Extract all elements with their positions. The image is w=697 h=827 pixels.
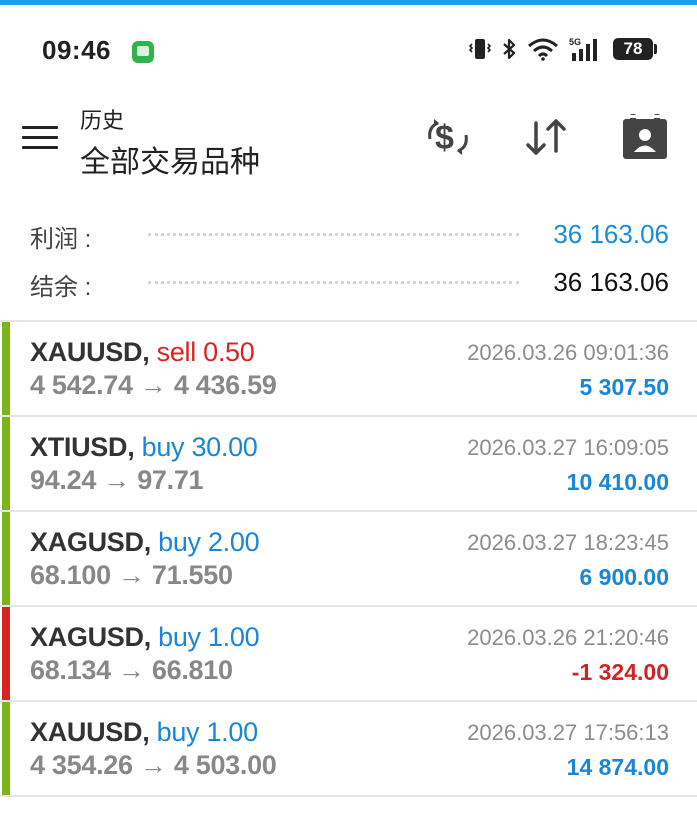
close-price: 66.810 (151, 655, 233, 685)
bluetooth-icon (503, 38, 516, 60)
trade-profit: 14 874.00 (566, 754, 669, 780)
wifi-icon (528, 38, 558, 61)
signal-5g-icon: 5G (569, 37, 597, 61)
open-price: 4 542.74 (30, 370, 133, 400)
open-price: 68.134 (30, 655, 111, 685)
symbol-name: XAGUSD, (30, 622, 151, 652)
trade-side: buy 30.00 (141, 432, 258, 462)
trade-prices: 4 542.74 → 4 436.59 (30, 370, 277, 401)
balance-label: 结余 : (30, 274, 92, 301)
symbol-filter-title[interactable]: 全部交易品种 (80, 137, 260, 181)
trade-symbol: XAGUSD, buy 1.00 (30, 622, 260, 653)
trade-symbol: XAUUSD, sell 0.50 (30, 337, 255, 368)
trade-symbol: XAUUSD, buy 1.00 (30, 717, 258, 748)
close-price: 97.71 (137, 465, 204, 495)
trade-profit: 10 410.00 (566, 469, 669, 495)
balance-row: 结余 : 36 163.06 (0, 261, 697, 301)
open-price: 94.24 (30, 465, 97, 495)
trade-profit: 5 307.50 (579, 374, 669, 400)
app-header: 历史 全部交易品种 $ (0, 85, 697, 195)
close-price: 4 436.59 (173, 370, 277, 400)
vibrate-icon (469, 39, 491, 59)
symbol-name: XAUUSD, (30, 337, 150, 367)
status-bar: 09:46 5G 78 (0, 5, 697, 85)
open-price: 68.100 (30, 560, 111, 590)
sort-arrows-icon[interactable] (518, 109, 574, 165)
profit-label: 利润 : (30, 226, 92, 253)
open-price: 4 354.26 (30, 750, 133, 780)
battery-level: 78 (613, 38, 653, 60)
arrow-right-icon: → (96, 465, 138, 495)
trade-side: buy 1.00 (156, 717, 258, 747)
trade-time: 2026.03.26 21:20:46 (467, 625, 669, 650)
trade-profit: 6 900.00 (579, 564, 669, 590)
profit-row: 利润 : 36 163.06 (0, 213, 697, 253)
trade-time: 2026.03.27 16:09:05 (467, 435, 669, 460)
trade-time: 2026.03.27 18:23:45 (467, 530, 669, 555)
trade-result-bar (2, 417, 10, 510)
dotted-leader (148, 281, 519, 284)
svg-text:5G: 5G (569, 37, 581, 47)
currency-exchange-icon[interactable]: $ (420, 109, 476, 165)
trade-side: buy 2.00 (158, 527, 260, 557)
trade-side: buy 1.00 (158, 622, 260, 652)
trade-symbol: XTIUSD, buy 30.00 (30, 432, 258, 463)
trade-result-bar (2, 702, 10, 795)
trade-row[interactable]: XAGUSD, buy 1.00 68.134 → 66.810 2026.03.2… (0, 607, 697, 702)
hamburger-menu-icon[interactable] (22, 123, 58, 153)
trade-result-bar (2, 512, 10, 605)
arrow-right-icon: → (110, 655, 152, 685)
trade-row[interactable]: XTIUSD, buy 30.00 94.24 → 97.71 2026.03.27… (0, 417, 697, 512)
symbol-name: XAUUSD, (30, 717, 150, 747)
symbol-name: XAGUSD, (30, 527, 151, 557)
battery-indicator: 78 (613, 38, 657, 60)
page-subtitle: 历史 (80, 108, 125, 133)
calendar-person-icon[interactable] (617, 109, 673, 165)
svg-text:$: $ (435, 119, 454, 157)
trade-symbol: XAGUSD, buy 2.00 (30, 527, 260, 558)
close-price: 71.550 (151, 560, 233, 590)
message-notification-icon (132, 41, 154, 63)
trade-side: sell 0.50 (156, 337, 255, 367)
trade-profit: -1 324.00 (571, 659, 669, 685)
trade-row[interactable]: XAUUSD, sell 0.50 4 542.74 → 4 436.59 2026… (0, 322, 697, 417)
arrow-right-icon: → (132, 750, 174, 780)
trade-result-bar (2, 607, 10, 700)
trade-result-bar (2, 322, 10, 415)
trade-prices: 4 354.26 → 4 503.00 (30, 750, 277, 781)
history-summary: 利润 : 36 163.06 结余 : 36 163.06 (0, 205, 697, 320)
dotted-leader (148, 233, 519, 236)
trade-row[interactable]: XAUUSD, buy 1.00 4 354.26 → 4 503.00 2026.… (0, 702, 697, 797)
status-icons: 5G 78 (469, 36, 657, 62)
profit-value: 36 163.06 (553, 219, 669, 249)
arrow-right-icon: → (110, 560, 152, 590)
trade-row[interactable]: XAGUSD, buy 2.00 68.100 → 71.550 2026.03.2… (0, 512, 697, 607)
trade-prices: 68.134 → 66.810 (30, 655, 233, 686)
trade-time: 2026.03.27 17:56:13 (467, 720, 669, 745)
trade-prices: 94.24 → 97.71 (30, 465, 204, 496)
battery-tip (654, 44, 657, 54)
status-time: 09:46 (42, 35, 111, 65)
trade-time: 2026.03.26 09:01:36 (467, 340, 669, 365)
arrow-right-icon: → (132, 370, 174, 400)
trade-history-list: XAUUSD, sell 0.50 4 542.74 → 4 436.59 2026… (0, 322, 697, 797)
close-price: 4 503.00 (173, 750, 277, 780)
symbol-name: XTIUSD, (30, 432, 135, 462)
balance-value: 36 163.06 (553, 267, 669, 297)
trade-prices: 68.100 → 71.550 (30, 560, 233, 591)
